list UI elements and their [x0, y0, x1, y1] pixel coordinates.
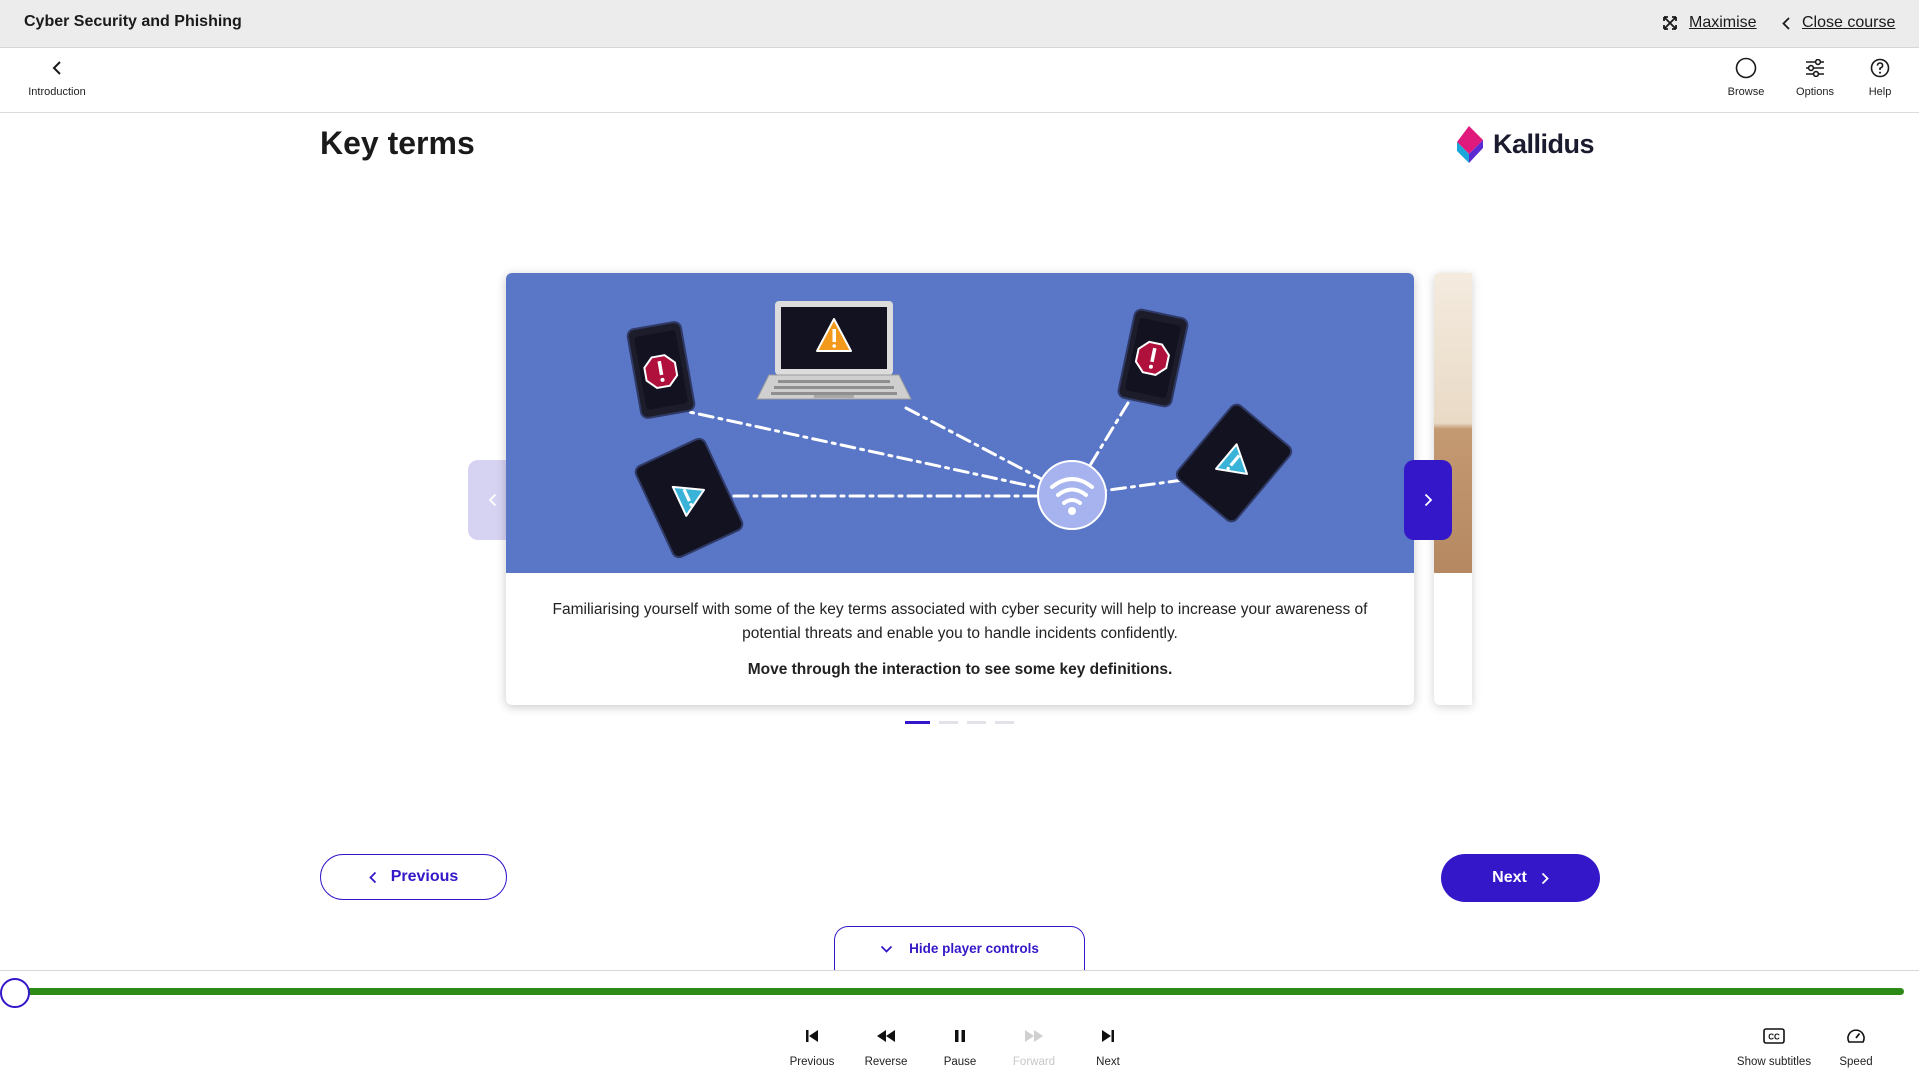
- pagination-dot[interactable]: [995, 721, 1014, 724]
- rewind-icon: [877, 1030, 895, 1042]
- back-introduction-button[interactable]: Introduction: [22, 54, 92, 108]
- pause-icon: [955, 1030, 965, 1042]
- card-instruction: Move through the interaction to see some…: [747, 661, 1173, 678]
- help-label: Help: [1868, 86, 1892, 98]
- previous-label: Previous: [390, 868, 459, 885]
- subtitles-label: Show subtitles: [1736, 1056, 1812, 1068]
- subtitles-button[interactable]: CC Show subtitles: [1736, 1022, 1812, 1068]
- maximise-icon: [1663, 16, 1677, 30]
- close-course-label: Close course: [1802, 14, 1896, 31]
- skip-back-icon: [806, 1030, 818, 1042]
- chevron-right-icon: [1541, 872, 1549, 884]
- forward-label: Forward: [1012, 1056, 1056, 1068]
- card-description: Familiarising yourself with some of the …: [552, 601, 1368, 642]
- fast-forward-icon: [1025, 1030, 1043, 1042]
- chevron-left-icon: [488, 493, 496, 507]
- pause-label: Pause: [943, 1056, 977, 1068]
- options-label: Options: [1796, 86, 1834, 98]
- card-text: Familiarising yourself with some of the …: [536, 598, 1384, 682]
- logo-text: Kallidus: [1493, 128, 1595, 159]
- player-next-button[interactable]: Next: [1073, 1022, 1143, 1068]
- page-title: Key terms: [320, 125, 475, 161]
- progress-handle[interactable]: [0, 978, 30, 1008]
- progress-bar[interactable]: [18, 988, 1904, 995]
- pagination-dot[interactable]: [939, 721, 958, 724]
- hide-player-controls-button[interactable]: Hide player controls: [834, 926, 1085, 970]
- help-icon: [1870, 58, 1890, 78]
- closed-captions-icon: CC: [1763, 1028, 1785, 1044]
- browse-button[interactable]: Browse: [1711, 54, 1781, 108]
- hide-controls-label: Hide player controls: [909, 941, 1039, 956]
- chevron-right-icon: [1424, 493, 1432, 507]
- cyber-network-illustration: [506, 273, 1414, 573]
- help-button[interactable]: Help: [1845, 54, 1915, 108]
- svg-text:CC: CC: [1768, 1033, 1780, 1042]
- browse-label: Browse: [1727, 86, 1765, 98]
- next-button[interactable]: Next: [1441, 854, 1600, 902]
- circle-icon: [1735, 57, 1757, 79]
- pagination-dot[interactable]: [905, 721, 930, 724]
- forward-button[interactable]: Forward: [999, 1022, 1069, 1068]
- speed-button[interactable]: Speed: [1821, 1022, 1891, 1068]
- player-previous-button[interactable]: Previous: [777, 1022, 847, 1068]
- player-previous-label: Previous: [789, 1056, 835, 1068]
- course-title: Cyber Security and Phishing: [24, 13, 242, 30]
- chevron-left-icon: [52, 61, 61, 75]
- maximise-label: Maximise: [1689, 14, 1757, 31]
- maximise-link[interactable]: Maximise: [1663, 14, 1757, 32]
- close-course-link[interactable]: Close course: [1782, 14, 1895, 32]
- carousel-next-button[interactable]: [1404, 460, 1452, 540]
- previous-button[interactable]: Previous: [320, 854, 507, 900]
- reverse-label: Reverse: [864, 1056, 908, 1068]
- options-button[interactable]: Options: [1780, 54, 1850, 108]
- carousel-pagination: [905, 721, 1014, 724]
- speed-label: Speed: [1839, 1056, 1873, 1068]
- chevron-left-icon: [368, 871, 376, 883]
- back-label: Introduction: [28, 86, 86, 98]
- reverse-button[interactable]: Reverse: [851, 1022, 921, 1068]
- skip-forward-icon: [1102, 1030, 1114, 1042]
- top-bar: Cyber Security and Phishing Maximise Clo…: [0, 0, 1919, 48]
- pagination-dot[interactable]: [967, 721, 986, 724]
- speedometer-icon: [1847, 1029, 1865, 1043]
- kallidus-logo: Kallidus: [1455, 124, 1595, 164]
- nav-bar: Introduction Browse Options Help: [0, 48, 1919, 113]
- chevron-down-icon: [880, 945, 893, 953]
- player-next-label: Next: [1096, 1056, 1120, 1068]
- carousel-card: Familiarising yourself with some of the …: [506, 273, 1414, 705]
- kallidus-logo-icon: [1457, 126, 1483, 163]
- next-label: Next: [1492, 869, 1527, 886]
- chevron-left-icon: [1782, 16, 1790, 30]
- pause-button[interactable]: Pause: [925, 1022, 995, 1068]
- sliders-icon: [1806, 59, 1824, 77]
- player-divider: [0, 970, 1919, 971]
